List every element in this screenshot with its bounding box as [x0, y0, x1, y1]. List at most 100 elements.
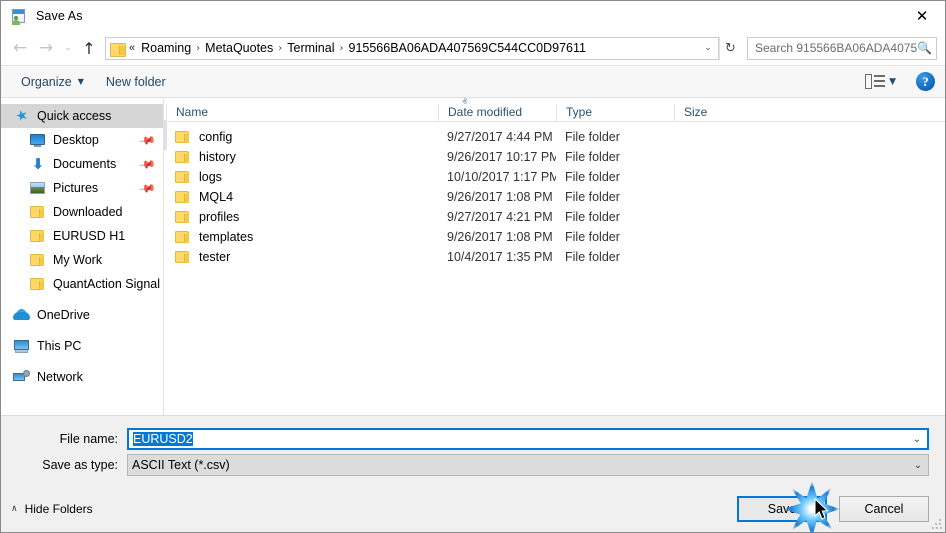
- search-input[interactable]: Search 915566BA06ADA40756...: [755, 41, 917, 55]
- pin-icon[interactable]: 📌: [138, 179, 157, 198]
- save-as-app-icon: [10, 8, 27, 25]
- sidebar-item-onedrive[interactable]: OneDrive: [1, 303, 163, 327]
- table-row[interactable]: logs 10/10/2017 1:17 PM File folder: [166, 167, 945, 187]
- date-modified-cell: 10/10/2017 1:17 PM: [447, 170, 556, 184]
- sidebar-item-this-pc[interactable]: This PC: [1, 334, 163, 358]
- date-modified-cell: 9/27/2017 4:44 PM: [447, 130, 553, 144]
- column-header-date-modified[interactable]: Date modified: [438, 104, 556, 121]
- chevron-down-icon[interactable]: ⌄: [907, 434, 927, 445]
- file-name-input[interactable]: EURUSD2 ⌄: [127, 428, 929, 450]
- sidebar-item-quantaction-signal[interactable]: QuantAction Signal: [1, 272, 163, 296]
- sidebar-item-downloaded[interactable]: Downloaded: [1, 200, 163, 224]
- view-layout-icon[interactable]: [865, 73, 886, 90]
- navigation-sidebar: ★ Quick access Desktop 📌 ⬇ Documents 📌 Pictures…: [1, 98, 163, 415]
- sidebar-item-desktop[interactable]: Desktop 📌: [1, 128, 163, 152]
- pictures-icon: [29, 180, 47, 196]
- recent-locations-icon[interactable]: ⌄: [59, 35, 77, 61]
- sidebar-item-eurusd-h1[interactable]: EURUSD H1: [1, 224, 163, 248]
- sidebar-splitter[interactable]: [163, 98, 167, 415]
- breadcrumb-overflow-icon[interactable]: «: [125, 42, 137, 54]
- type-cell: File folder: [565, 190, 620, 204]
- network-icon: [13, 369, 31, 385]
- back-icon[interactable]: ←: [7, 35, 33, 61]
- sidebar-item-documents[interactable]: ⬇ Documents 📌: [1, 152, 163, 176]
- sidebar-item-label: This PC: [37, 339, 82, 353]
- file-name-text: logs: [199, 170, 222, 184]
- search-box[interactable]: Search 915566BA06ADA40756... 🔍: [747, 36, 937, 60]
- breadcrumb-item-metaquotes[interactable]: MetaQuotes: [201, 40, 277, 56]
- help-icon[interactable]: ?: [916, 72, 935, 91]
- file-name-cell[interactable]: tester: [166, 250, 438, 264]
- breadcrumb-item-roaming[interactable]: Roaming: [137, 40, 195, 56]
- column-header-type[interactable]: Type: [556, 104, 674, 121]
- new-folder-label: New folder: [105, 74, 166, 89]
- pin-icon[interactable]: 📌: [138, 131, 157, 150]
- table-row[interactable]: profiles 9/27/2017 4:21 PM File folder: [166, 207, 945, 227]
- refresh-icon[interactable]: ↻: [719, 36, 741, 60]
- chevron-down-icon: ▼: [77, 77, 84, 86]
- folder-icon: [29, 276, 47, 292]
- file-name-cell[interactable]: logs: [166, 170, 438, 184]
- type-cell: File folder: [565, 130, 620, 144]
- pin-icon[interactable]: 📌: [138, 155, 157, 174]
- date-modified-cell: 9/27/2017 4:21 PM: [447, 210, 553, 224]
- save-as-type-select[interactable]: ASCII Text (*.csv) ⌄: [127, 454, 929, 476]
- date-modified-cell: 9/26/2017 1:08 PM: [447, 190, 553, 204]
- save-as-type-value: ASCII Text (*.csv): [132, 458, 230, 472]
- sidebar-item-label: OneDrive: [37, 308, 90, 322]
- sidebar-item-my-work[interactable]: My Work: [1, 248, 163, 272]
- new-folder-button[interactable]: New folder: [100, 72, 172, 92]
- save-as-type-label: Save as type:: [42, 458, 118, 472]
- desktop-icon: [29, 132, 47, 148]
- address-bar[interactable]: « Roaming › MetaQuotes › Terminal › 9155…: [105, 36, 719, 60]
- type-cell: File folder: [565, 210, 620, 224]
- file-name-text: config: [199, 130, 233, 144]
- column-header-name[interactable]: Name: [166, 104, 438, 121]
- file-name-value[interactable]: EURUSD2: [129, 432, 907, 446]
- chevron-down-icon[interactable]: ⌄: [908, 460, 928, 471]
- breadcrumb-item-terminal[interactable]: Terminal: [283, 40, 338, 56]
- dialog-footer: ∧ Hide Folders Save Cancel: [1, 486, 945, 532]
- folder-icon: [29, 204, 47, 220]
- command-toolbar: Organize ▼ New folder ▼ ?: [1, 65, 945, 98]
- file-name-cell[interactable]: MQL4: [166, 190, 438, 204]
- view-options-chevron-icon[interactable]: ▼: [889, 77, 896, 87]
- file-name-cell[interactable]: config: [166, 130, 438, 144]
- save-button[interactable]: Save: [737, 496, 827, 522]
- cancel-button[interactable]: Cancel: [839, 496, 929, 522]
- save-as-dialog: Save As ✕ ← → ⌄ ↑ « Roaming › MetaQuotes…: [0, 0, 946, 533]
- column-header-size[interactable]: Size: [674, 104, 753, 121]
- table-row[interactable]: config 9/27/2017 4:44 PM File folder: [166, 127, 945, 147]
- table-row[interactable]: history 9/26/2017 10:17 PM File folder: [166, 147, 945, 167]
- sidebar-item-network[interactable]: Network: [1, 365, 163, 389]
- breadcrumb-item-instance-id[interactable]: 915566BA06ADA407569C544CC0D97611: [345, 40, 590, 56]
- sidebar-item-label: My Work: [53, 253, 103, 267]
- hide-folders-button[interactable]: ∧ Hide Folders: [11, 502, 93, 516]
- file-name-cell[interactable]: history: [166, 150, 438, 164]
- type-cell: File folder: [565, 150, 620, 164]
- sidebar-item-quick-access[interactable]: ★ Quick access: [1, 104, 163, 128]
- table-row[interactable]: tester 10/4/2017 1:35 PM File folder: [166, 247, 945, 267]
- hide-folders-label: Hide Folders: [24, 502, 93, 516]
- close-icon[interactable]: ✕: [899, 1, 945, 31]
- resize-grip[interactable]: [932, 519, 942, 529]
- star-icon: ★: [13, 106, 31, 126]
- file-name-text: templates: [199, 230, 254, 244]
- breadcrumb: « Roaming › MetaQuotes › Terminal › 9155…: [125, 40, 698, 56]
- organize-button[interactable]: Organize ▼: [15, 72, 90, 92]
- folder-icon: [29, 252, 47, 268]
- folder-icon: [175, 150, 191, 164]
- file-name-text: tester: [199, 250, 231, 264]
- sidebar-item-pictures[interactable]: Pictures 📌: [1, 176, 163, 200]
- type-cell: File folder: [565, 250, 620, 264]
- forward-icon[interactable]: →: [33, 35, 59, 61]
- splitter-grip[interactable]: [163, 120, 167, 150]
- folder-icon: [175, 230, 191, 244]
- navigation-bar: ← → ⌄ ↑ « Roaming › MetaQuotes › Termina…: [1, 31, 945, 65]
- file-name-cell[interactable]: profiles: [166, 210, 438, 224]
- file-name-cell[interactable]: templates: [166, 230, 438, 244]
- up-one-level-icon[interactable]: ↑: [77, 35, 101, 61]
- chevron-down-icon[interactable]: ⌄: [698, 43, 718, 53]
- table-row[interactable]: templates 9/26/2017 1:08 PM File folder: [166, 227, 945, 247]
- table-row[interactable]: MQL4 9/26/2017 1:08 PM File folder: [166, 187, 945, 207]
